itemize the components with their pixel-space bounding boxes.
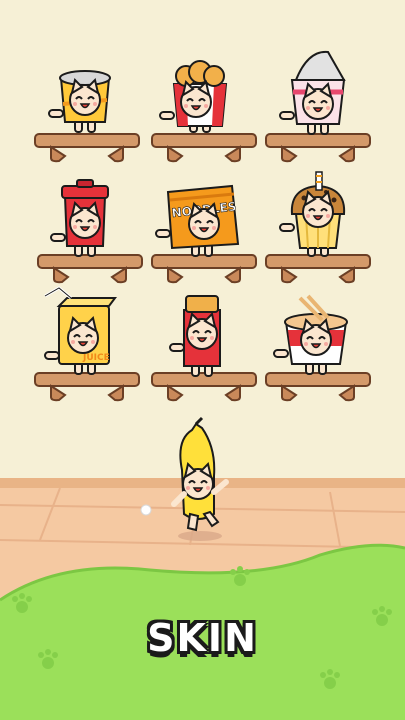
skin-title: SKIN — [147, 616, 258, 660]
game-scene: NOODLES JUICE — [0, 0, 405, 720]
juice-box-label: JUICE — [82, 353, 110, 363]
